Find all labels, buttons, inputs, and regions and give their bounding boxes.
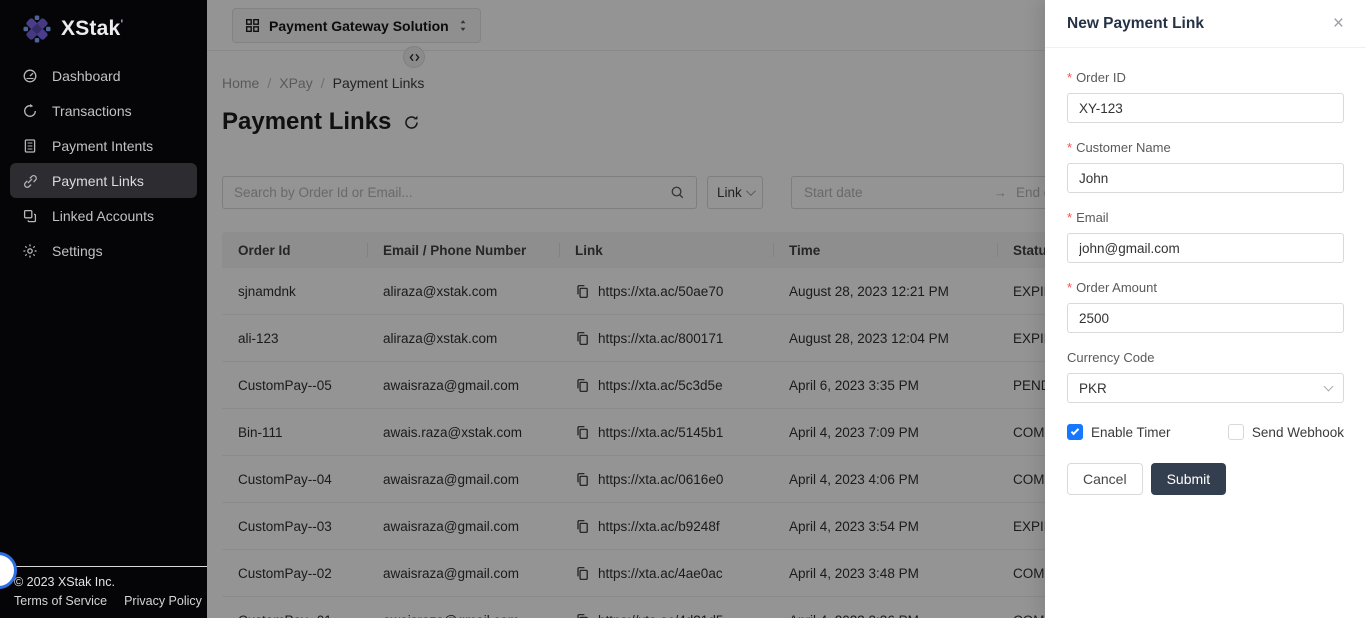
order-id-field[interactable] — [1067, 93, 1344, 123]
dashboard-icon — [22, 68, 38, 84]
field-label: *Email — [1067, 210, 1344, 225]
sidebar-item-settings[interactable]: Settings — [10, 233, 197, 268]
sidebar-item-label: Linked Accounts — [52, 208, 154, 224]
email-field[interactable] — [1067, 233, 1344, 263]
terms-of-service-link[interactable]: Terms of Service — [14, 594, 107, 608]
sidebar-menu: Dashboard Transactions Payment Intents — [0, 58, 207, 268]
linked-accounts-icon — [22, 208, 38, 224]
checkbox-label: Enable Timer — [1091, 425, 1171, 440]
new-payment-link-drawer: New Payment Link × *Order ID *Customer N… — [1045, 0, 1366, 618]
close-icon[interactable]: × — [1333, 14, 1344, 33]
sidebar-item-transactions[interactable]: Transactions — [10, 93, 197, 128]
field-label: *Order Amount — [1067, 280, 1344, 295]
required-marker: * — [1067, 280, 1072, 295]
drawer-title: New Payment Link — [1067, 15, 1204, 33]
transactions-icon — [22, 103, 38, 119]
logo: XStak' — [0, 0, 207, 46]
checkbox-box — [1067, 424, 1083, 440]
settings-icon — [22, 243, 38, 259]
logo-text: XStak' — [61, 17, 123, 41]
field-label: *Currency Code — [1067, 350, 1344, 365]
order-amount-field[interactable] — [1067, 303, 1344, 333]
privacy-policy-link[interactable]: Privacy Policy — [124, 594, 202, 608]
required-marker: * — [1067, 210, 1072, 225]
checkbox-label: Send Webhook — [1252, 425, 1344, 440]
payment-links-icon — [22, 173, 38, 189]
sidebar-footer: © 2023 XStak Inc. Terms of Service Priva… — [0, 566, 207, 608]
required-marker: * — [1067, 140, 1072, 155]
submit-button[interactable]: Submit — [1151, 463, 1227, 495]
sidebar-item-label: Transactions — [52, 103, 132, 119]
customer-name-field[interactable] — [1067, 163, 1344, 193]
copyright-text: © 2023 XStak Inc. — [0, 567, 207, 589]
sidebar-item-payment-intents[interactable]: Payment Intents — [10, 128, 197, 163]
sidebar-item-dashboard[interactable]: Dashboard — [10, 58, 197, 93]
sidebar: XStak' Dashboard Transactions Pay — [0, 0, 207, 618]
send-webhook-checkbox[interactable]: Send Webhook — [1228, 424, 1344, 440]
checkbox-box — [1228, 424, 1244, 440]
field-label: *Order ID — [1067, 70, 1344, 85]
required-marker: * — [1067, 70, 1072, 85]
sidebar-item-label: Settings — [52, 243, 103, 259]
sidebar-item-label: Dashboard — [52, 68, 121, 84]
sidebar-item-label: Payment Links — [52, 173, 144, 189]
sidebar-item-label: Payment Intents — [52, 138, 153, 154]
sidebar-item-linked-accounts[interactable]: Linked Accounts — [10, 198, 197, 233]
sidebar-item-payment-links[interactable]: Payment Links — [10, 163, 197, 198]
enable-timer-checkbox[interactable]: Enable Timer — [1067, 424, 1171, 440]
cancel-button[interactable]: Cancel — [1067, 463, 1143, 495]
xstak-logo-icon — [22, 14, 52, 44]
payment-intents-icon — [22, 138, 38, 154]
currency-code-select[interactable] — [1067, 373, 1344, 403]
check-icon — [1070, 426, 1078, 434]
field-label: *Customer Name — [1067, 140, 1344, 155]
